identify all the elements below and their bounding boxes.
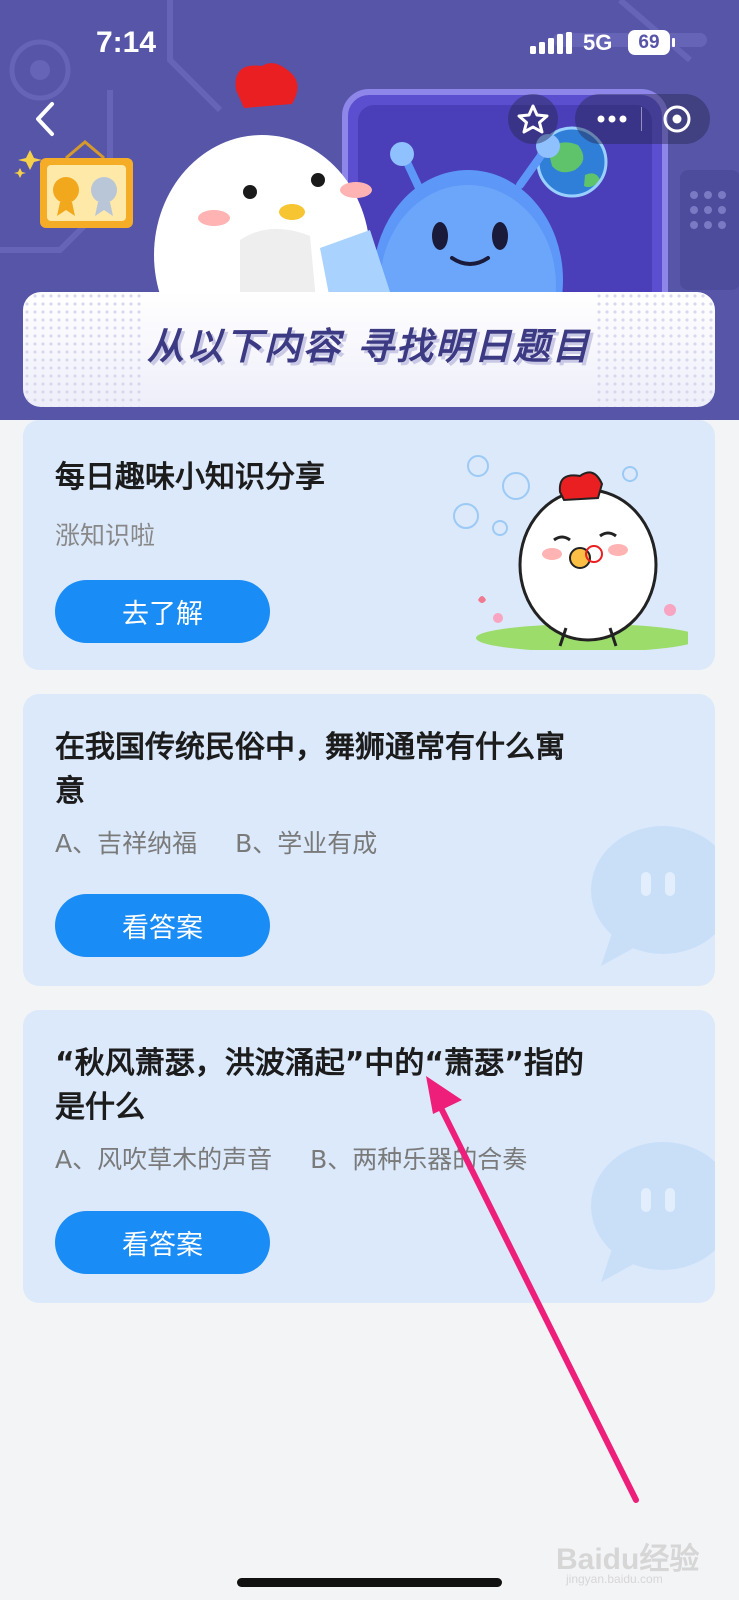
- status-time: 7:14: [96, 26, 157, 59]
- more-button[interactable]: [589, 94, 633, 144]
- question-title-line: 意: [55, 774, 85, 809]
- question-title-line: 是什么: [55, 1090, 145, 1125]
- view-answer-button[interactable]: 看答案: [55, 894, 270, 957]
- question-card: 在我国传统民俗中，舞狮通常有什么寓 意 A、吉祥纳福 B、学业有成 看答案: [23, 694, 715, 986]
- chevron-left-icon: [36, 102, 54, 136]
- star-icon: [517, 104, 549, 134]
- capsule-divider: [641, 107, 642, 131]
- battery-level: 69: [628, 30, 670, 55]
- card-subtitle: 涨知识啦: [55, 521, 156, 550]
- question-title: 在我国传统民俗中，舞狮通常有什么寓 意: [55, 726, 565, 814]
- home-indicator[interactable]: [237, 1578, 502, 1587]
- target-circle-icon: [663, 105, 691, 133]
- option-a: A、风吹草木的声音: [55, 1145, 273, 1174]
- mini-program-capsule: [575, 94, 710, 144]
- chick-bubbles-illustration: [453, 455, 688, 650]
- view-answer-button[interactable]: 看答案: [55, 1211, 270, 1274]
- battery-icon: [672, 38, 675, 47]
- status-bar: 7:14 5G 69: [0, 0, 739, 88]
- option-a: A、吉祥纳福: [55, 829, 198, 858]
- signal-strength-icon: [530, 32, 572, 54]
- question-title-line: “秋风萧瑟，洪波涌起”中的“萧瑟”指的: [55, 1046, 584, 1081]
- question-title-line: 在我国传统民俗中，舞狮通常有什么寓: [55, 730, 565, 765]
- option-b: B、学业有成: [235, 829, 378, 858]
- chat-bubble-decoration: [591, 826, 715, 966]
- card-title: 每日趣味小知识分享: [55, 460, 325, 495]
- section-banner: 从以下内容 寻找明日题目: [23, 292, 715, 407]
- question-card: “秋风萧瑟，洪波涌起”中的“萧瑟”指的 是什么 A、风吹草木的声音 B、两种乐器的…: [23, 1010, 715, 1303]
- banner-title: 从以下内容 寻找明日题目: [147, 325, 591, 368]
- answer-options: A、吉祥纳福 B、学业有成: [55, 824, 377, 860]
- back-button[interactable]: [26, 94, 66, 144]
- watermark-domain: jingyan.baidu.com: [566, 1572, 663, 1586]
- baidu-watermark: Baidu经验: [556, 1543, 700, 1576]
- chat-bubble-decoration: [591, 1142, 715, 1282]
- network-type: 5G: [583, 30, 613, 55]
- knowledge-share-card: 每日趣味小知识分享 涨知识啦 去了解: [23, 420, 715, 670]
- favorite-button[interactable]: [508, 94, 558, 144]
- answer-options: A、风吹草木的声音 B、两种乐器的合奏: [55, 1140, 527, 1176]
- close-mini-program-button[interactable]: [655, 94, 699, 144]
- option-b: B、两种乐器的合奏: [310, 1145, 528, 1174]
- more-dots-icon: [597, 115, 627, 123]
- question-title: “秋风萧瑟，洪波涌起”中的“萧瑟”指的 是什么: [55, 1042, 584, 1130]
- learn-more-button[interactable]: 去了解: [55, 580, 270, 643]
